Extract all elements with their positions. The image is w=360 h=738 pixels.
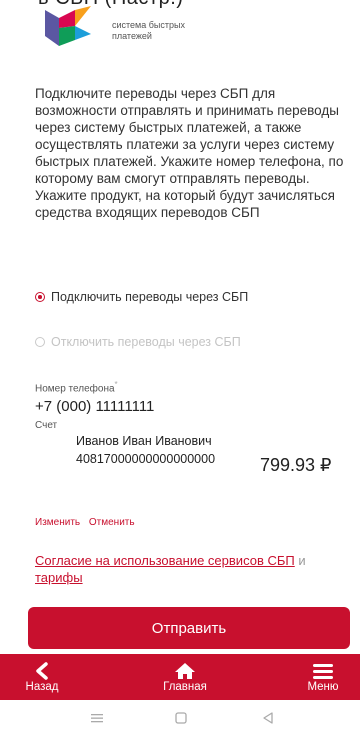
back-triangle-icon[interactable]	[262, 712, 274, 724]
actions-row: Изменить Отменить	[35, 517, 135, 528]
option-disconnect-label: Отключить переводы через СБП	[51, 335, 241, 349]
phone-label-text: Номер телефона	[35, 383, 115, 395]
required-mark: *	[114, 380, 118, 389]
submit-button[interactable]: Отправить	[28, 607, 350, 649]
nav-home[interactable]: Главная	[155, 654, 215, 700]
nav-home-label: Главная	[163, 680, 207, 693]
nav-back-label: Назад	[25, 680, 59, 693]
nav-menu-label: Меню	[307, 680, 339, 693]
account-holder-name: Иванов Иван Иванович	[76, 434, 212, 448]
system-navigation-bar	[0, 700, 360, 738]
bottom-navigation: Назад Главная Меню	[0, 654, 360, 700]
cancel-link[interactable]: Отменить	[89, 517, 135, 528]
account-label: Счет	[35, 420, 58, 431]
option-disconnect[interactable]: Отключить переводы через СБП	[35, 335, 241, 349]
header: в СБП (Настр.) система быстрых платежей	[0, 0, 360, 60]
recent-apps-icon[interactable]	[90, 712, 104, 724]
chevron-left-icon	[36, 661, 48, 680]
home-square-icon[interactable]	[175, 712, 187, 724]
home-icon	[175, 662, 195, 679]
hamburger-menu-icon	[313, 663, 333, 679]
description-text: Подключите переводы через СБП для возмож…	[35, 86, 344, 220]
radio-checked-icon[interactable]	[35, 292, 45, 302]
sbp-logo-text: система быстрых платежей	[112, 20, 185, 41]
change-link[interactable]: Изменить	[35, 517, 80, 528]
sbp-logo-icon	[45, 6, 91, 46]
nav-back[interactable]: Назад	[22, 654, 62, 700]
phone-label: Номер телефона*	[35, 380, 118, 394]
radio-unchecked-icon[interactable]	[35, 337, 45, 347]
tariffs-link[interactable]: тарифы	[35, 570, 83, 585]
agreement-text: Согласие на использование сервисов СБП и…	[35, 552, 345, 586]
option-connect-label: Подключить переводы через СБП	[51, 290, 249, 304]
account-balance: 799.93 ₽	[260, 455, 332, 475]
option-connect[interactable]: Подключить переводы через СБП	[35, 290, 248, 304]
nav-menu[interactable]: Меню	[298, 654, 348, 700]
phone-number-value[interactable]: +7 (000) 11111111	[35, 398, 154, 415]
sbp-consent-link[interactable]: Согласие на использование сервисов СБП	[35, 553, 295, 568]
agreement-connector: и	[294, 553, 306, 568]
account-number: 40817000000000000000	[76, 452, 216, 466]
